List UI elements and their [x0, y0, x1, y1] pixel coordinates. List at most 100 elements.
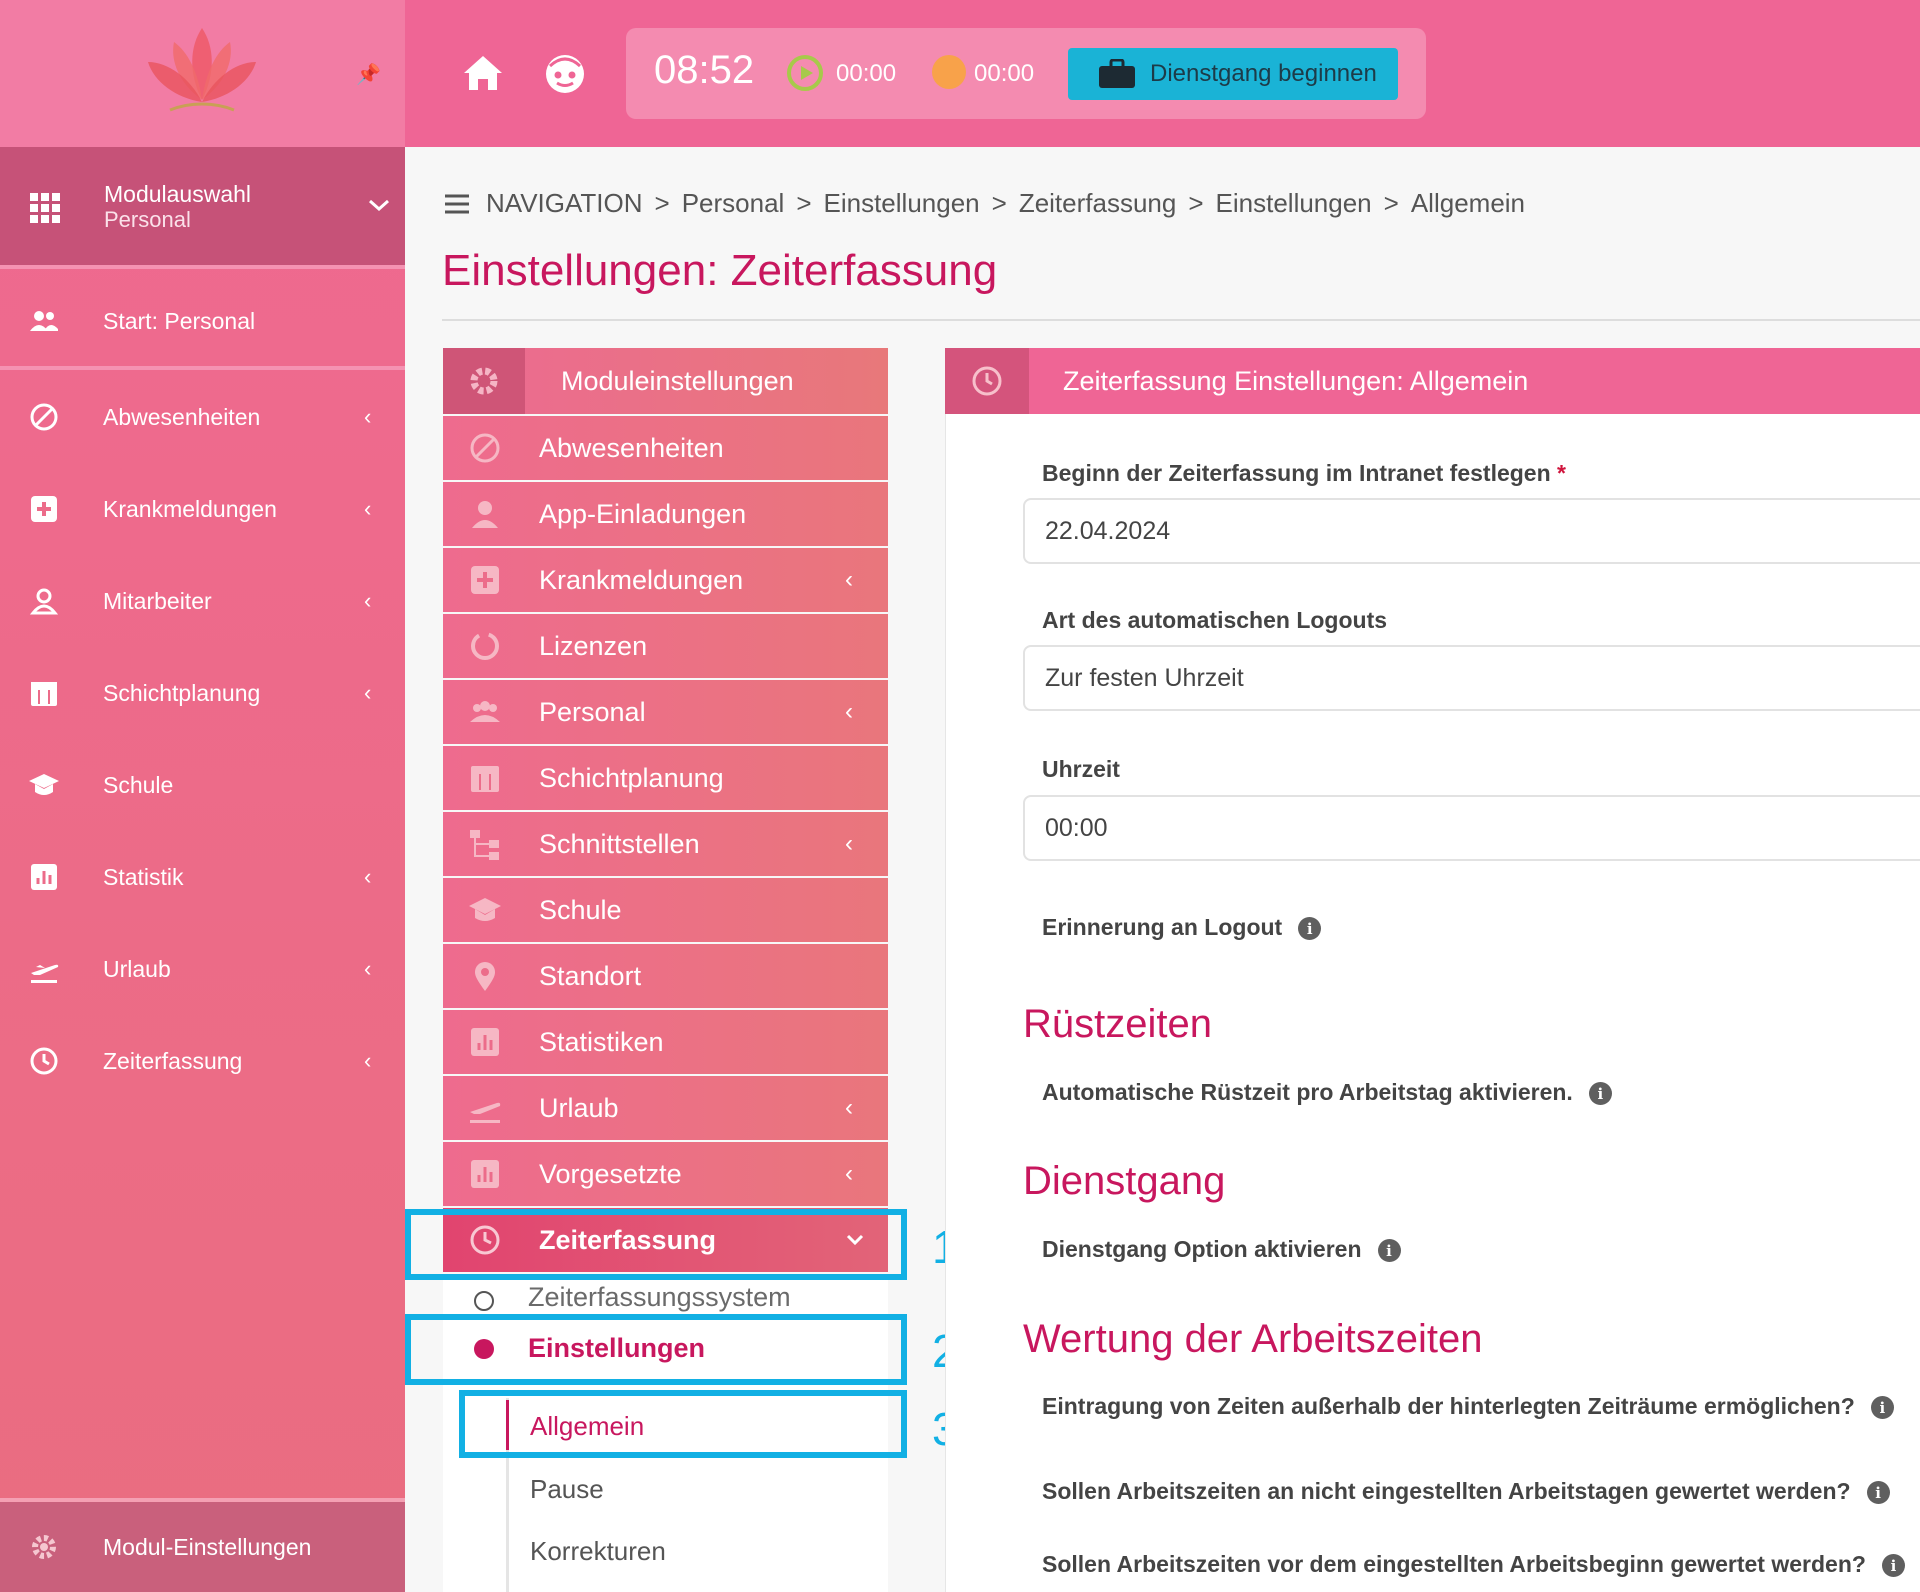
- sidebar-item-abwesenheiten[interactable]: Abwesenheiten ‹: [0, 387, 405, 447]
- play-timer-icon[interactable]: [786, 54, 824, 92]
- smiley-face-icon[interactable]: [542, 50, 588, 96]
- breadcrumb-item[interactable]: Personal: [682, 188, 785, 219]
- chevron-left-icon: ‹: [845, 698, 853, 725]
- chart-icon: [31, 864, 57, 890]
- dienstgang-start-button[interactable]: Dienstgang beginnen: [1068, 48, 1398, 100]
- menu-item-schnittstellen[interactable]: Schnittstellen ‹: [443, 812, 888, 876]
- pause-timer-icon[interactable]: [932, 55, 966, 89]
- sidebar-item-label: Krankmeldungen: [103, 495, 277, 522]
- sidebar-item-modul-einstellungen[interactable]: Modul-Einstellungen: [0, 1517, 405, 1577]
- menu-item-krankmeldungen[interactable]: Krankmeldungen ‹: [443, 548, 888, 612]
- chevron-left-icon: ‹: [364, 864, 372, 889]
- logout-type-label: Art des automatischen Logouts: [1042, 607, 1388, 633]
- sidebar-item-label: Urlaub: [103, 955, 171, 982]
- logout-reminder-option[interactable]: Erinnerung an Logout i: [1042, 914, 1322, 941]
- sidebar-item-start[interactable]: Start: Personal: [0, 291, 405, 351]
- submenu-item-korrekturen[interactable]: Korrekturen: [530, 1536, 666, 1567]
- ban-icon: [30, 403, 58, 431]
- current-time: 08:52: [654, 48, 755, 92]
- chevron-down-icon: [369, 199, 389, 212]
- breadcrumb-separator: >: [991, 188, 1007, 218]
- sidebar-item-label: Abwesenheiten: [103, 403, 261, 430]
- wertung-option[interactable]: Eintragung von Zeiten außerhalb der hint…: [1042, 1393, 1894, 1420]
- menu-item-label: Schichtplanung: [539, 762, 724, 793]
- info-icon[interactable]: i: [1866, 1481, 1890, 1505]
- grid-icon: [30, 193, 60, 223]
- module-selector-title: Modulauswahl: [104, 181, 252, 207]
- start-date-label-text: Beginn der Zeiterfassung im Intranet fes…: [1042, 460, 1551, 486]
- sidebar-item-schichtplanung[interactable]: Schichtplanung ‹: [0, 663, 405, 723]
- lotus-logo: [148, 28, 256, 112]
- ruestzeit-option[interactable]: Automatische Rüstzeit pro Arbeitstag akt…: [1042, 1079, 1612, 1106]
- wertung-option[interactable]: Sollen Arbeitszeiten an nicht eingestell…: [1042, 1478, 1890, 1505]
- menu-item-vorgesetzte[interactable]: Vorgesetzte ‹: [443, 1142, 888, 1206]
- sidebar-item-urlaub[interactable]: Urlaub ‹: [0, 939, 405, 999]
- module-selector[interactable]: Modulauswahl Personal: [0, 147, 405, 265]
- menu-item-standort[interactable]: Standort: [443, 944, 888, 1008]
- annotation-box: [405, 1209, 907, 1280]
- breadcrumb-item[interactable]: Einstellungen: [824, 188, 980, 219]
- sidebar-item-krankmeldungen[interactable]: Krankmeldungen ‹: [0, 479, 405, 539]
- menu-item-app-einladungen[interactable]: App-Einladungen: [443, 482, 888, 546]
- menu-item-schule[interactable]: Schule: [443, 878, 888, 942]
- menu-item-urlaub[interactable]: Urlaub ‹: [443, 1076, 888, 1140]
- breadcrumb-item[interactable]: NAVIGATION: [486, 188, 643, 219]
- logout-reminder-label: Erinnerung an Logout: [1042, 914, 1283, 940]
- chevron-left-icon: ‹: [364, 496, 372, 521]
- breadcrumb-item[interactable]: Zeiterfassung: [1019, 188, 1177, 219]
- chevron-left-icon: ‹: [364, 680, 372, 705]
- graduation-cap-icon: [29, 774, 59, 795]
- submenu-item-zeiterfassungssystem[interactable]: Zeiterfassungssystem: [474, 1282, 791, 1313]
- start-date-input[interactable]: 22.04.2024: [1023, 498, 1920, 564]
- start-date-label: Beginn der Zeiterfassung im Intranet fes…: [1042, 460, 1566, 487]
- wertung-option[interactable]: Sollen Arbeitszeiten vor dem eingestellt…: [1042, 1551, 1905, 1578]
- info-icon[interactable]: i: [1870, 1396, 1894, 1420]
- menu-item-label: App-Einladungen: [539, 498, 747, 529]
- menu-item-statistiken[interactable]: Statistiken: [443, 1010, 888, 1074]
- menu-item-label: Personal: [539, 696, 646, 727]
- user-icon: [29, 588, 59, 615]
- title-divider: [442, 319, 1920, 321]
- info-icon[interactable]: i: [1588, 1082, 1612, 1106]
- dienstgang-start-label: Dienstgang beginnen: [1150, 60, 1377, 87]
- hamburger-menu-icon[interactable]: [444, 193, 470, 215]
- spinner-icon: [471, 632, 499, 660]
- chart-icon: [471, 1028, 499, 1056]
- dienstgang-option[interactable]: Dienstgang Option aktivieren i: [1042, 1236, 1401, 1263]
- sitemap-icon: [470, 830, 499, 860]
- submenu-item-pause[interactable]: Pause: [530, 1474, 604, 1505]
- sidebar-module-settings[interactable]: Modul-Einstellungen: [0, 1502, 405, 1592]
- ban-icon: [470, 433, 500, 463]
- sidebar-item-label: Zeiterfassung: [103, 1047, 243, 1074]
- logout-type-select[interactable]: Zur festen Uhrzeit: [1023, 645, 1920, 711]
- sidebar-item-zeiterfassung[interactable]: Zeiterfassung ‹: [0, 1031, 405, 1091]
- menu-item-abwesenheiten[interactable]: Abwesenheiten: [443, 416, 888, 480]
- breadcrumb-item: Allgemein: [1410, 188, 1526, 218]
- home-icon[interactable]: [460, 50, 506, 96]
- sidebar-item-schule[interactable]: Schule: [0, 755, 405, 815]
- menu-item-schichtplanung[interactable]: Schichtplanung: [443, 746, 888, 810]
- sidebar-item-label: Start: Personal: [103, 307, 256, 334]
- info-icon[interactable]: i: [1377, 1239, 1401, 1263]
- sidebar-item-mitarbeiter[interactable]: Mitarbeiter ‹: [0, 571, 405, 631]
- settings-panel-title: Zeiterfassung Einstellungen: Allgemein: [1063, 365, 1529, 396]
- menu-item-personal[interactable]: Personal ‹: [443, 680, 888, 744]
- logo-area: 📌: [0, 0, 405, 147]
- wertung-option-label: Sollen Arbeitszeiten an nicht eingestell…: [1042, 1478, 1851, 1504]
- breadcrumb-separator: >: [1383, 188, 1399, 218]
- time-input[interactable]: 00:00: [1023, 795, 1920, 861]
- menu-item-lizenzen[interactable]: Lizenzen: [443, 614, 888, 678]
- chevron-left-icon: ‹: [364, 956, 372, 981]
- breadcrumb-item[interactable]: Einstellungen: [1216, 188, 1372, 219]
- breadcrumb-separator: >: [1188, 188, 1204, 218]
- pin-icon[interactable]: 📌: [356, 62, 381, 87]
- dienstgang-option-label: Dienstgang Option aktivieren: [1042, 1236, 1362, 1262]
- sidebar-item-statistik[interactable]: Statistik ‹: [0, 847, 405, 907]
- gear-icon: [470, 367, 498, 395]
- info-icon[interactable]: i: [1298, 917, 1322, 941]
- clock-icon: [972, 366, 1002, 396]
- info-icon[interactable]: i: [1881, 1554, 1905, 1578]
- chevron-left-icon: ‹: [364, 404, 372, 429]
- calendar-icon: [471, 766, 499, 792]
- chevron-left-icon: ‹: [364, 1048, 372, 1073]
